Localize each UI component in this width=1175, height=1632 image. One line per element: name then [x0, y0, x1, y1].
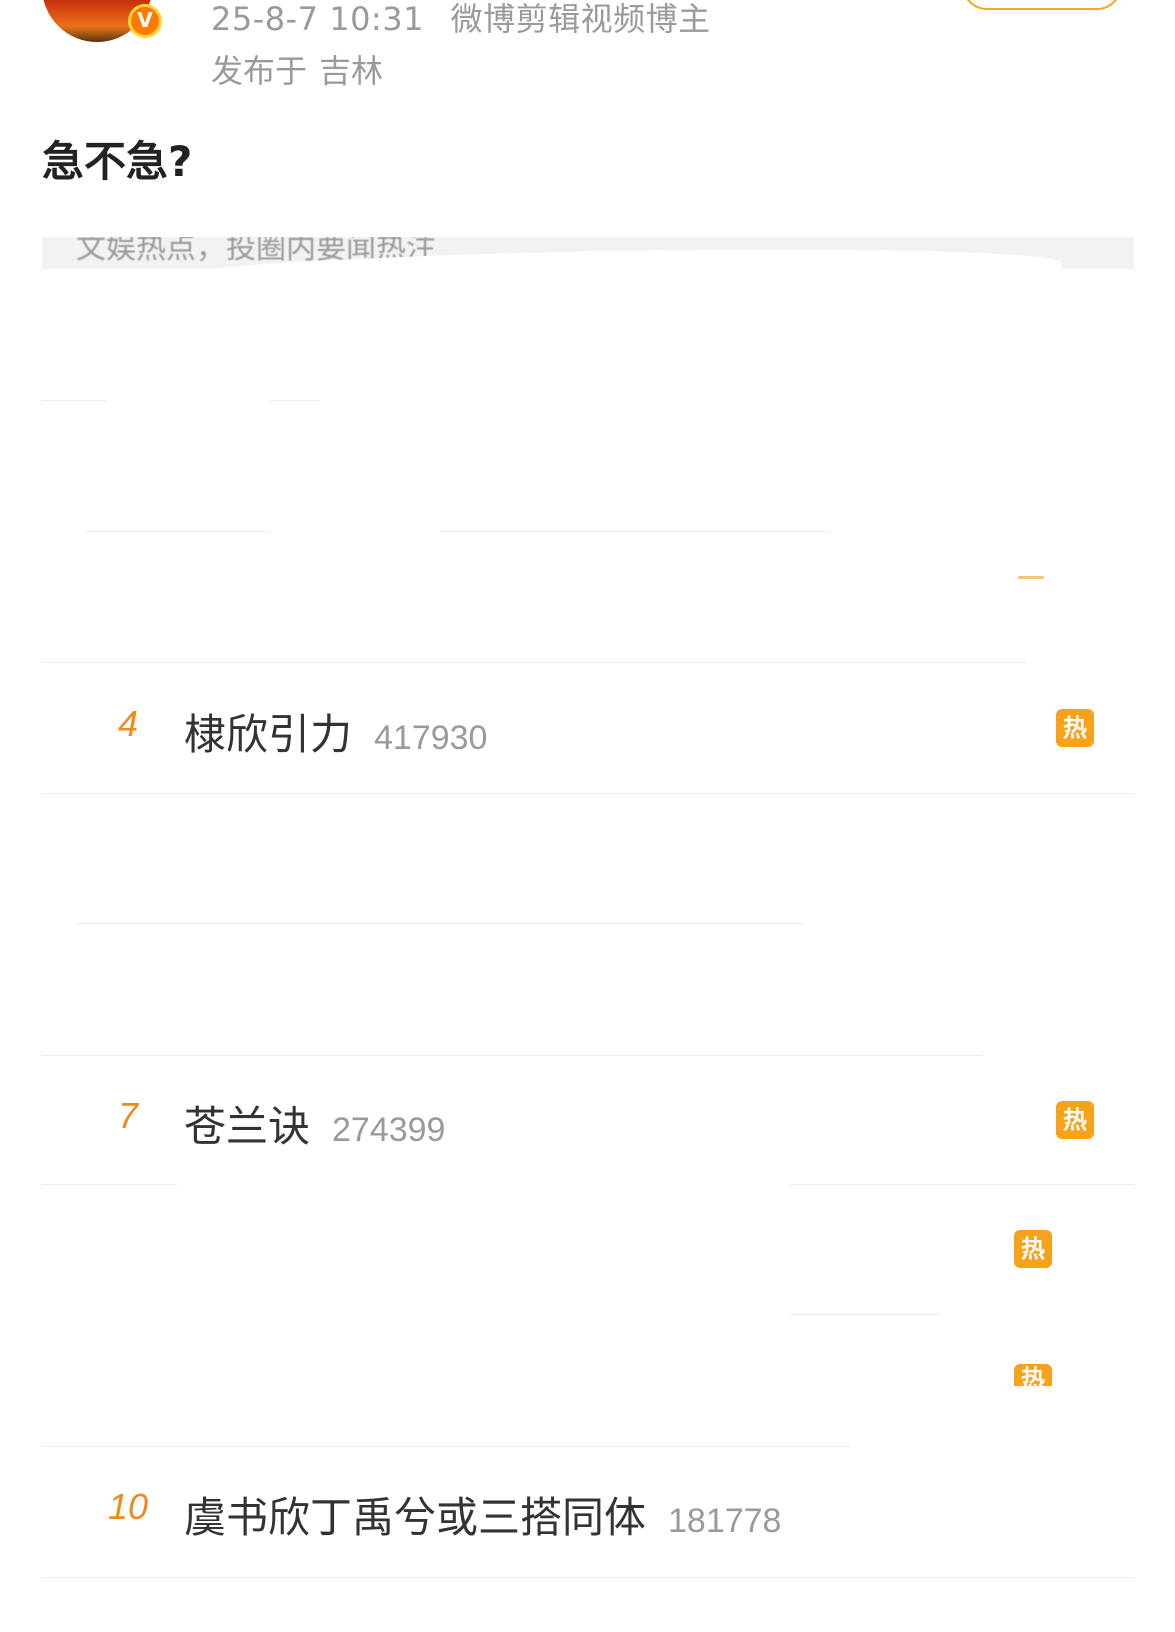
post-text: 急不急?	[42, 137, 193, 186]
hot-title: 虞书欣丁禹兮或三搭同体 181778	[184, 1484, 781, 1545]
location-prefix: 发布于	[211, 52, 308, 90]
hot-rank: 10	[107, 1486, 149, 1527]
hot-title: 棣欣引力 417930	[184, 701, 487, 762]
location-name: 吉林	[319, 52, 384, 90]
author-title: 微博剪辑视频博主	[450, 0, 711, 38]
divider	[440, 531, 830, 532]
hot-tag-icon: 热	[1056, 1101, 1094, 1139]
divider	[75, 923, 805, 924]
post-meta: 25-8-7 10:31 微博剪辑视频博主	[211, 0, 711, 40]
divider	[42, 1577, 1134, 1578]
hot-rank: 4	[117, 703, 139, 744]
hot-title-text: 棣欣引力	[184, 710, 353, 759]
divider	[85, 531, 270, 532]
hot-title-text: 虞书欣丁禹兮或三搭同体	[184, 1493, 647, 1542]
divider	[42, 793, 1134, 794]
divider	[42, 1184, 177, 1185]
hot-count: 274399	[332, 1111, 446, 1149]
faint-mark	[1018, 576, 1044, 579]
hot-count: 417930	[374, 719, 488, 757]
divider	[790, 1184, 1134, 1185]
hot-count: 181778	[668, 1502, 782, 1540]
divider	[270, 400, 320, 401]
hot-search-header: 文娱热点，投圈内要闻热注	[42, 237, 1134, 269]
divider	[42, 400, 107, 401]
hot-title-text: 苍兰诀	[184, 1102, 311, 1151]
hot-title: 苍兰诀 274399	[184, 1093, 445, 1154]
hot-search-item[interactable]: 7 苍兰诀 274399 热	[42, 1055, 1134, 1185]
verified-badge-icon: V	[128, 4, 162, 38]
follow-button[interactable]	[962, 0, 1122, 10]
divider	[790, 1314, 940, 1315]
hot-search-item[interactable]: 4 棣欣引力 417930 热	[42, 663, 1134, 793]
hot-tag-icon: 热	[1014, 1364, 1052, 1386]
hot-search-item[interactable]: 10 虞书欣丁禹兮或三搭同体 181778	[42, 1446, 1134, 1576]
hot-tag-icon: 热	[1056, 709, 1094, 747]
hot-tag-icon: 热	[1014, 1230, 1052, 1268]
hot-rank: 7	[117, 1095, 139, 1136]
post-location: 发布于 吉林	[211, 46, 383, 92]
post-timestamp: 25-8-7 10:31	[211, 0, 424, 38]
